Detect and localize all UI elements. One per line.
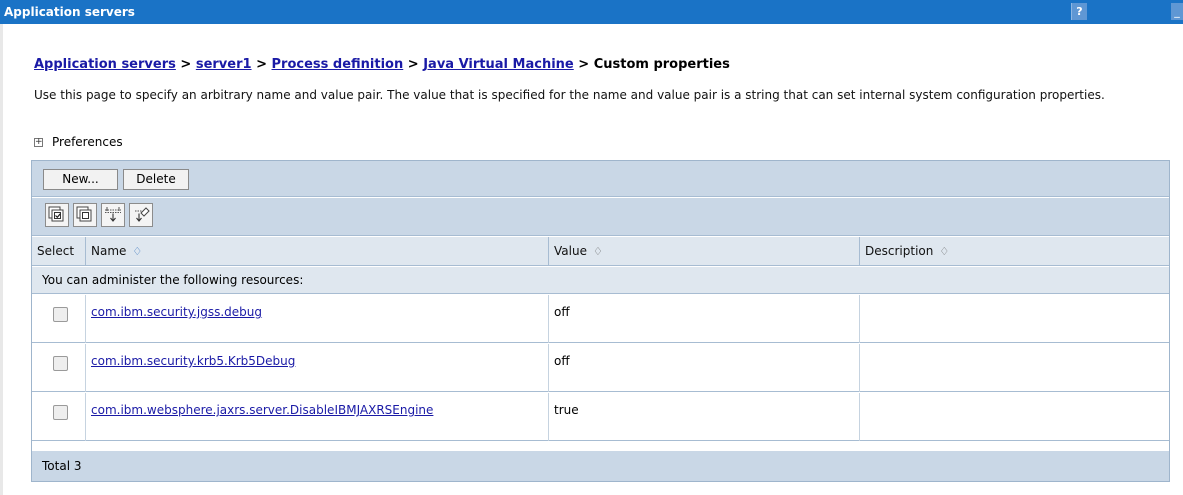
expand-plus-icon[interactable]: + [34,137,43,147]
resources-caption: You can administer the following resourc… [32,267,1169,294]
row-checkbox[interactable] [53,405,68,420]
breadcrumb-separator: > [256,57,267,72]
new-button[interactable]: New... [43,169,118,190]
property-name-link[interactable]: com.ibm.websphere.jaxrs.server.DisableIB… [91,403,433,417]
value-cell: true [549,393,860,441]
select-all-icon[interactable] [45,203,69,227]
show-filter-icon[interactable] [101,203,125,227]
property-value: off [554,354,570,368]
row-checkbox[interactable] [53,307,68,322]
property-value: off [554,305,570,319]
select-cell [32,344,86,392]
preferences-toggle[interactable]: + Preferences [34,135,123,149]
sort-icon[interactable]: ♢ [132,245,142,258]
name-cell: com.ibm.security.krb5.Krb5Debug [86,344,549,392]
value-cell: off [549,344,860,392]
page-description: Use this page to specify an arbitrary na… [34,88,1105,102]
value-cell: off [549,295,860,343]
select-cell [32,295,86,343]
row-checkbox[interactable] [53,356,68,371]
table-row: com.ibm.security.jgss.debug off [32,295,1169,343]
breadcrumb: Application servers > server1 > Process … [34,57,730,72]
preferences-label: Preferences [52,135,123,149]
breadcrumb-separator: > [407,57,419,72]
column-header-value-label: Value [554,244,587,258]
property-name-link[interactable]: com.ibm.security.jgss.debug [91,305,262,319]
column-header-value[interactable]: Value ♢ [549,237,860,266]
column-header-name[interactable]: Name ♢ [86,237,549,266]
column-header-name-label: Name [91,244,127,258]
delete-button[interactable]: Delete [123,169,189,190]
breadcrumb-java-virtual-machine[interactable]: Java Virtual Machine [423,57,574,72]
column-header-select: Select [32,237,86,266]
custom-properties-panel: New... Delete Select Name ♢ Value ♢ Desc… [31,160,1170,482]
column-header-description-label: Description [865,244,934,258]
minimize-button[interactable]: _ [1171,3,1183,20]
select-cell [32,393,86,441]
breadcrumb-process-definition[interactable]: Process definition [272,57,404,72]
window-title-bar: Application servers [0,0,1183,24]
left-divider [0,24,3,495]
description-cell [860,393,1169,441]
icon-toolbar [32,198,1169,236]
name-cell: com.ibm.websphere.jaxrs.server.DisableIB… [86,393,549,441]
breadcrumb-separator: > [180,57,192,72]
property-name-link[interactable]: com.ibm.security.krb5.Krb5Debug [91,354,295,368]
sort-icon[interactable]: ♢ [939,245,949,258]
table-total: Total 3 [32,451,1169,481]
name-cell: com.ibm.security.jgss.debug [86,295,549,343]
help-button[interactable]: ? [1071,3,1087,20]
table-header: Select Name ♢ Value ♢ Description ♢ [32,237,1169,266]
breadcrumb-separator: > [578,57,590,72]
column-header-description[interactable]: Description ♢ [860,237,1169,266]
table-row: com.ibm.security.krb5.Krb5Debug off [32,344,1169,392]
description-cell [860,344,1169,392]
table-row: com.ibm.websphere.jaxrs.server.DisableIB… [32,393,1169,441]
action-toolbar: New... Delete [32,161,1169,197]
breadcrumb-current: Custom properties [593,57,730,72]
deselect-all-icon[interactable] [73,203,97,227]
breadcrumb-server1[interactable]: server1 [196,57,252,72]
description-cell [860,295,1169,343]
window-title: Application servers [4,5,135,19]
property-value: true [554,403,579,417]
sort-icon[interactable]: ♢ [593,245,603,258]
breadcrumb-application-servers[interactable]: Application servers [34,57,176,72]
clear-filter-icon[interactable] [129,203,153,227]
